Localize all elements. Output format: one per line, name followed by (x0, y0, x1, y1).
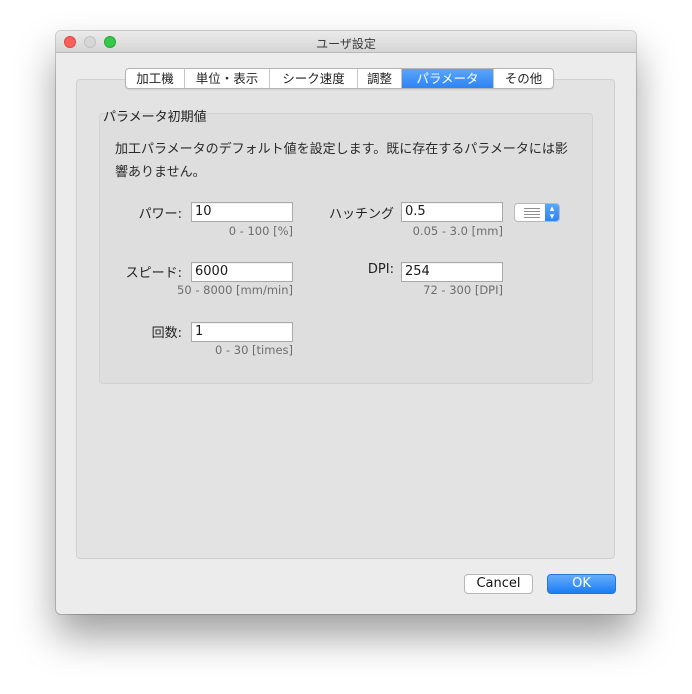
dpi-range: 72 - 300 [DPI] (423, 283, 503, 297)
speed-range: 50 - 8000 [mm/min] (177, 283, 293, 297)
ok-button[interactable]: OK (547, 574, 616, 594)
window-title: ユーザ設定 (316, 37, 376, 51)
tab-units-display[interactable]: 単位・表示 (185, 69, 270, 88)
tab-seek-speed[interactable]: シーク速度 (270, 69, 358, 88)
speed-label: スピード: (125, 266, 182, 281)
hatch-pattern-popup[interactable]: ▴ ▾ (514, 203, 560, 222)
hatching-label: ハッチング (328, 207, 394, 222)
tab-parameters[interactable]: パラメータ (402, 69, 494, 88)
hatching-range: 0.05 - 3.0 [mm] (412, 224, 503, 238)
chevron-updown-icon: ▴ ▾ (545, 204, 559, 221)
group-description: 加工パラメータのデフォルト値を設定します。既に存在するパラメータには影響ありませ… (115, 142, 568, 180)
power-field[interactable]: 10 (191, 202, 293, 222)
cancel-button[interactable]: Cancel (464, 574, 533, 594)
tab-other[interactable]: その他 (494, 69, 553, 88)
dpi-label: DPI: (367, 262, 394, 277)
dpi-field[interactable]: 254 (401, 262, 503, 282)
tab-adjust[interactable]: 調整 (358, 69, 402, 88)
group-title: パラメータ初期値 (103, 110, 207, 125)
title-bar: ユーザ設定 (56, 31, 636, 53)
count-range: 0 - 30 [times] (214, 343, 293, 357)
count-label: 回数: (151, 326, 182, 341)
count-field[interactable]: 1 (191, 322, 293, 342)
tab-bar: 加工機 単位・表示 シーク速度 調整 パラメータ その他 (125, 68, 554, 89)
hatch-lines-icon (524, 208, 540, 220)
power-range: 0 - 100 [%] (228, 224, 293, 238)
speed-field[interactable]: 6000 (191, 262, 293, 282)
power-label: パワー: (138, 207, 182, 222)
tab-machine[interactable]: 加工機 (126, 69, 185, 88)
settings-window: ユーザ設定 加工機 単位・表示 シーク速度 調整 パラメータ その他 パラメータ… (56, 31, 636, 614)
hatching-field[interactable]: 0.5 (401, 202, 503, 222)
